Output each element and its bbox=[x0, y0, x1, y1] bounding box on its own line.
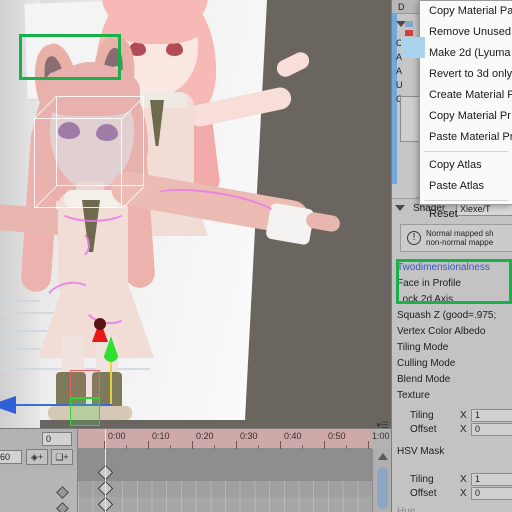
ruler-label: 0:00 bbox=[108, 431, 126, 441]
timeline-ruler[interactable]: 0:00 0:10 0:20 0:30 0:40 0:50 1:00 bbox=[78, 429, 390, 449]
property-twodimensionalness[interactable]: Twodimensionalness bbox=[397, 262, 490, 273]
menu-item-remove-unused[interactable]: Remove Unused bbox=[420, 22, 512, 43]
property-keyframe-marker[interactable] bbox=[56, 486, 69, 499]
options-menu-icon[interactable]: ▾☰ bbox=[376, 420, 389, 431]
partial-hue-label: Hue bbox=[397, 506, 416, 512]
floor-line bbox=[0, 300, 40, 302]
menu-item-copy-material-properties[interactable]: Copy Material Pr bbox=[420, 106, 512, 127]
warning-icon: ! bbox=[407, 231, 421, 245]
property-texture[interactable]: Texture bbox=[397, 390, 430, 401]
add-event-button[interactable]: ❑+ bbox=[51, 449, 73, 465]
prefab-flag-icon bbox=[405, 30, 413, 36]
timeline-playhead[interactable] bbox=[105, 429, 106, 512]
add-keyframe-button[interactable]: ◈+ bbox=[26, 449, 48, 465]
ruler-tick bbox=[280, 441, 281, 449]
hierarchy-field[interactable] bbox=[400, 96, 420, 142]
timeline-vertical-scrollbar[interactable] bbox=[372, 449, 391, 512]
gizmo-plane-handle-zx[interactable] bbox=[70, 370, 100, 398]
fps-field[interactable]: 60 bbox=[0, 450, 22, 464]
hsv-mask-header: HSV Mask bbox=[397, 446, 445, 457]
current-frame-field[interactable]: 0 bbox=[42, 432, 72, 446]
ruler-label: 0:10 bbox=[152, 431, 170, 441]
menu-hover-highlight bbox=[401, 37, 425, 58]
menu-separator bbox=[424, 151, 508, 152]
warning-line-1: Normal mapped sh bbox=[426, 229, 494, 238]
gizmo-pivot-point bbox=[94, 318, 106, 330]
property-blend-mode[interactable]: Blend Mode bbox=[397, 374, 450, 385]
hsv-offset-axis-x: X bbox=[460, 488, 467, 499]
texture-tiling-x-field[interactable]: 1 bbox=[471, 409, 512, 422]
menu-item-paste-material-properties[interactable]: Paste Material Pr bbox=[420, 127, 512, 148]
menu-item-create-material-preset[interactable]: Create Material P bbox=[420, 85, 512, 106]
ruler-label: 0:30 bbox=[240, 431, 258, 441]
wireframe-edge bbox=[34, 96, 57, 119]
hsv-tiling-axis-x: X bbox=[460, 474, 467, 485]
timeline-keyframe-area[interactable] bbox=[78, 449, 372, 512]
hsv-offset-label: Offset bbox=[410, 488, 437, 499]
timeline-gridlines bbox=[78, 481, 372, 512]
hair-bangs bbox=[112, 0, 204, 44]
menu-item-copy-material-parameters[interactable]: Copy Material Pa bbox=[420, 1, 512, 22]
hsv-tiling-label: Tiling bbox=[410, 474, 434, 485]
warning-line-2: non-normal mappe bbox=[426, 238, 494, 247]
timeline-toolbar: 0 60 ◈+ ❑+ bbox=[0, 429, 78, 471]
property-face-in-profile[interactable]: Face in Profile bbox=[397, 278, 461, 289]
menu-item-paste-atlas[interactable]: Paste Atlas bbox=[420, 176, 512, 197]
menu-item-make-2d[interactable]: Make 2d (Lyuma bbox=[420, 43, 512, 64]
ruler-label: 1:00 bbox=[372, 431, 390, 441]
timeline-row[interactable] bbox=[78, 449, 372, 465]
ruler-label: 0:50 bbox=[328, 431, 346, 441]
hsv-tiling-x-field[interactable]: 1 bbox=[471, 473, 512, 486]
gameobject-icon bbox=[405, 21, 413, 27]
property-vertex-color-albedo[interactable]: Vertex Color Albedo bbox=[397, 326, 485, 337]
menu-separator bbox=[424, 200, 508, 201]
warning-help-box: ! Normal mapped sh non-normal mappe bbox=[400, 224, 512, 252]
hsv-offset-x-field[interactable]: 0 bbox=[471, 487, 512, 500]
menu-item-copy-atlas[interactable]: Copy Atlas bbox=[420, 155, 512, 176]
scrollbar-thumb[interactable] bbox=[377, 467, 388, 509]
animation-timeline[interactable]: 0 60 ◈+ ❑+ 0:00 0:10 0:20 0:30 0:40 0:50… bbox=[0, 420, 391, 512]
transform-move-gizmo[interactable] bbox=[0, 318, 142, 426]
property-squash-z[interactable]: Squash Z (good=.975; bbox=[397, 310, 496, 321]
ruler-tick bbox=[368, 441, 369, 449]
hierarchy-tab-label: D bbox=[398, 2, 405, 12]
wireframe-front-face bbox=[34, 118, 122, 208]
scene-viewport[interactable] bbox=[0, 0, 391, 428]
property-lock-2d-axis[interactable]: Lock 2d Axis bbox=[397, 294, 453, 305]
material-context-menu[interactable]: Copy Material Pa Remove Unused Make 2d (… bbox=[401, 0, 512, 220]
ruler-tick bbox=[236, 441, 237, 449]
right-editor-column: D C A A U C Copy Material Pa Remove Unus… bbox=[391, 0, 512, 512]
texture-tiling-axis-x: X bbox=[460, 410, 467, 421]
warning-text-block: Normal mapped sh non-normal mappe bbox=[426, 229, 494, 247]
unity-editor-window: 0 60 ◈+ ❑+ 0:00 0:10 0:20 0:30 0:40 0:50… bbox=[0, 0, 512, 512]
timeline-row[interactable] bbox=[78, 465, 372, 481]
chevron-down-icon[interactable] bbox=[395, 205, 405, 211]
timeline-property-list[interactable] bbox=[0, 471, 78, 512]
menu-item-reset[interactable]: Reset bbox=[420, 204, 512, 225]
hierarchy-item-3[interactable]: U bbox=[396, 80, 403, 90]
texture-offset-label: Offset bbox=[410, 424, 437, 435]
ruler-label: 0:20 bbox=[196, 431, 214, 441]
property-tiling-mode[interactable]: Tiling Mode bbox=[397, 342, 448, 353]
texture-offset-x-field[interactable]: 0 bbox=[471, 423, 512, 436]
selection-bounds-wireframe bbox=[34, 96, 145, 210]
hand-right bbox=[273, 49, 313, 80]
property-culling-mode[interactable]: Culling Mode bbox=[397, 358, 455, 369]
property-keyframe-marker[interactable] bbox=[56, 502, 69, 512]
menu-item-revert-to-3d-only[interactable]: Revert to 3d only bbox=[420, 64, 512, 85]
emissive-outline bbox=[60, 230, 90, 260]
ruler-tick bbox=[148, 441, 149, 449]
ruler-tick bbox=[192, 441, 193, 449]
ruler-label: 0:40 bbox=[284, 431, 302, 441]
ruler-tick bbox=[324, 441, 325, 449]
texture-tiling-label: Tiling bbox=[410, 410, 434, 421]
wireframe-edge bbox=[122, 186, 145, 209]
hierarchy-item-2[interactable]: A bbox=[396, 66, 402, 76]
scroll-up-arrow[interactable] bbox=[378, 453, 388, 460]
material-inspector[interactable]: ! Normal mapped sh non-normal mappe Twod… bbox=[392, 218, 512, 512]
texture-offset-axis-x: X bbox=[460, 424, 467, 435]
gizmo-plane-handle-xy[interactable] bbox=[70, 398, 100, 426]
eye-right bbox=[166, 42, 183, 56]
